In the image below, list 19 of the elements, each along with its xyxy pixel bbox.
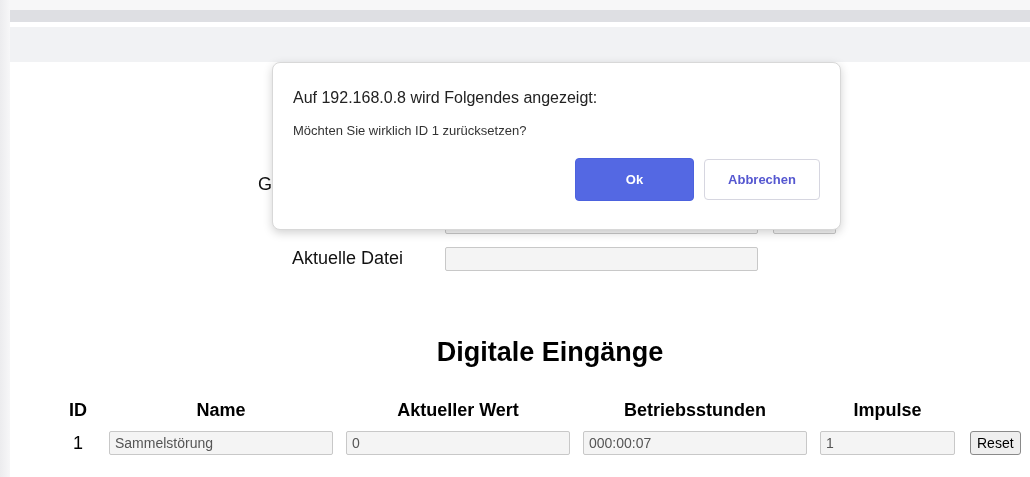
section-title: Digitale Eingänge xyxy=(435,337,664,368)
dialog-message: Möchten Sie wirklich ID 1 zurücksetzen? xyxy=(293,123,528,138)
text-field[interactable] xyxy=(445,246,758,271)
column-header: Aktueller Wert xyxy=(396,400,520,421)
field-label: Aktuelle Datei xyxy=(290,248,405,269)
column-header: Name xyxy=(195,400,247,421)
value-field[interactable]: 0 xyxy=(346,431,570,455)
column-header: Betriebsstunden xyxy=(623,400,767,421)
pulses-field[interactable]: 1 xyxy=(820,431,955,455)
column-header: Impulse xyxy=(852,400,923,421)
reset-button[interactable]: Reset xyxy=(970,431,1021,455)
row-id: 1 xyxy=(72,432,84,454)
dialog-title: Auf 192.168.0.8 wird Folgendes angezeigt: xyxy=(293,89,599,107)
cancel-button[interactable]: Abbrechen xyxy=(704,159,820,200)
field-label: G xyxy=(257,174,273,195)
ok-button[interactable]: Ok xyxy=(575,158,694,201)
column-header: ID xyxy=(68,400,88,421)
hours-field[interactable]: 000:00:07 xyxy=(583,431,807,455)
name-field[interactable]: Sammelstörung xyxy=(109,431,333,455)
